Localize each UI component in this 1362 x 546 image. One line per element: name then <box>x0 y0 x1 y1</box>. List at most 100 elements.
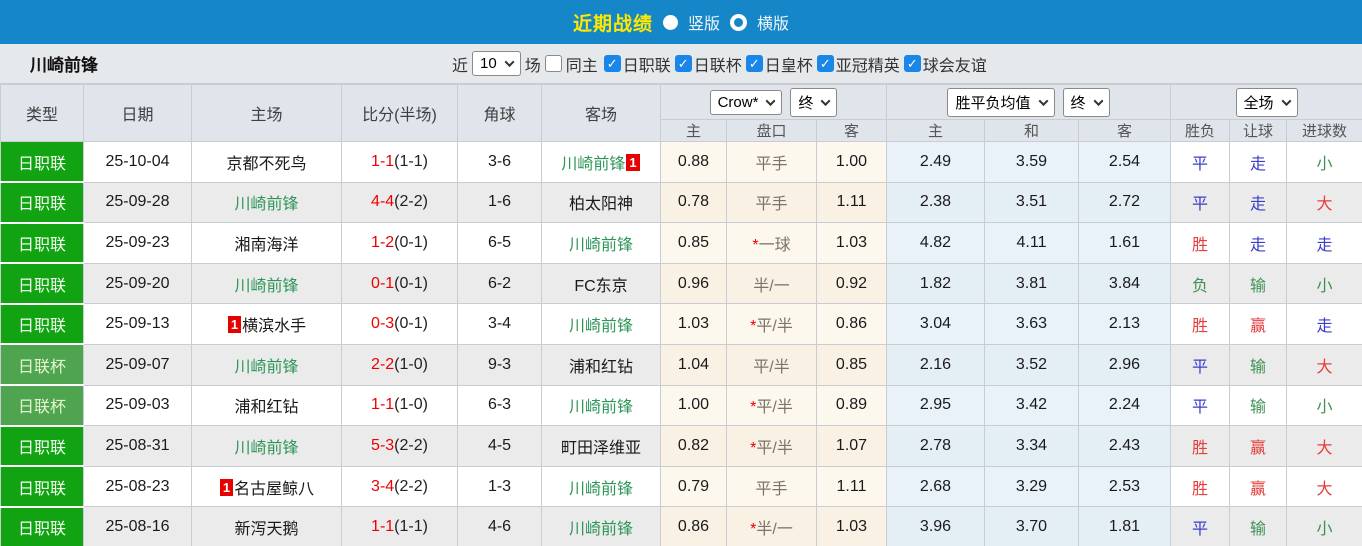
table-row: 日职联 25-09-20 川崎前锋 0-1(0-1) 6-2 FC东京 0.96… <box>0 262 1362 305</box>
league-cell: 日职联 <box>0 262 84 305</box>
team-name[interactable]: 川崎前锋 <box>234 196 298 213</box>
chevron-down-icon <box>820 95 831 106</box>
subcol-result: 胜负 <box>1170 119 1230 142</box>
league-checkbox[interactable] <box>745 55 763 72</box>
date-cell: 25-08-23 <box>83 465 192 508</box>
team-name[interactable]: 川崎前锋 <box>561 156 625 173</box>
team-name[interactable]: 横滨水手 <box>242 318 306 335</box>
chevron-down-icon <box>504 57 515 68</box>
odds-away: 1.11 <box>816 181 887 224</box>
league-checkbox-label: 日职联 <box>622 57 671 75</box>
league-checkbox[interactable] <box>674 55 692 72</box>
bookmaker-select[interactable]: Crow* <box>709 89 783 115</box>
avg-home: 4.82 <box>886 222 985 264</box>
team-name[interactable]: 川崎前锋 <box>234 359 298 376</box>
league-checkbox[interactable] <box>816 55 834 72</box>
away-team: 柏太阳神 <box>541 181 661 224</box>
team-name[interactable]: 浦和红钻 <box>234 399 298 416</box>
score-cell: 0-3(0-1) <box>341 303 458 345</box>
avg-away: 2.72 <box>1078 181 1171 224</box>
handicap-cell: *一球 <box>726 222 817 264</box>
result-handicap: 输 <box>1229 262 1287 305</box>
odds-home: 1.04 <box>660 343 727 386</box>
league-cell: 日联杯 <box>0 384 84 427</box>
team-name[interactable]: 川崎前锋 <box>234 440 298 457</box>
handicap-text: 平手 <box>755 480 788 498</box>
subcol-avg-home: 主 <box>886 119 985 142</box>
team-name[interactable]: FC东京 <box>574 278 627 295</box>
vertical-layout-radio[interactable] <box>662 14 678 30</box>
avg-time-select[interactable]: 终 <box>1062 87 1110 117</box>
odds-home: 0.86 <box>660 506 727 546</box>
league-checkbox[interactable] <box>903 55 921 72</box>
handicap-cell: 平/半 <box>726 343 817 386</box>
league-cell: 日职联 <box>0 303 84 346</box>
result-outcome: 平 <box>1170 384 1230 427</box>
avg-draw: 3.34 <box>984 425 1079 467</box>
score-cell: 2-2(1-0) <box>341 343 458 386</box>
result-goals: 小 <box>1285 384 1362 427</box>
away-team: 川崎前锋 1 <box>541 141 661 183</box>
score-full: 5-3 <box>371 436 395 454</box>
date-cell: 25-08-16 <box>83 506 192 546</box>
team-name[interactable]: 名古屋鲸八 <box>234 481 314 498</box>
odds-time-select[interactable]: 终 <box>790 87 838 117</box>
result-outcome: 平 <box>1170 506 1230 546</box>
team-name[interactable]: 新泻天鹅 <box>234 521 298 538</box>
recent-count-select[interactable]: 10 <box>472 51 521 76</box>
avg-draw: 3.70 <box>984 506 1079 546</box>
score-full: 1-1 <box>371 396 395 414</box>
league-cell: 日职联 <box>0 222 84 265</box>
avg-type-select[interactable]: 胜平负均值 <box>947 87 1055 117</box>
league-checkbox-label: 球会友谊 <box>922 57 987 75</box>
score-full: 2-2 <box>371 355 395 373</box>
corner-cell: 4-5 <box>457 425 542 467</box>
team-title: 川崎前锋 <box>30 56 98 75</box>
period-select[interactable]: 全场 <box>1235 87 1298 117</box>
avg-home: 1.82 <box>886 262 985 305</box>
league-checkbox[interactable] <box>603 55 621 72</box>
home-team: 浦和红钻 <box>191 384 342 427</box>
team-name[interactable]: 川崎前锋 <box>569 399 633 416</box>
result-outcome: 胜 <box>1170 425 1230 467</box>
score-cell: 1-1(1-0) <box>341 384 458 427</box>
score-full: 0-3 <box>371 315 395 333</box>
rank-badge: 1 <box>219 478 234 496</box>
team-name[interactable]: 浦和红钻 <box>569 359 633 376</box>
team-name[interactable]: 川崎前锋 <box>234 278 298 295</box>
result-goals: 小 <box>1285 141 1362 183</box>
avg-home: 2.68 <box>886 465 985 508</box>
avg-home: 2.49 <box>886 141 985 183</box>
same-home-checkbox[interactable] <box>544 55 562 72</box>
team-name[interactable]: 京都不死鸟 <box>226 156 306 173</box>
result-handicap: 输 <box>1229 506 1287 546</box>
result-goals: 大 <box>1285 181 1362 224</box>
chevron-down-icon <box>1038 95 1048 106</box>
odds-home: 1.00 <box>660 384 727 427</box>
team-name[interactable]: 川崎前锋 <box>569 237 633 254</box>
handicap-cell: 平手 <box>726 141 817 183</box>
team-name[interactable]: 柏太阳神 <box>569 196 633 213</box>
score-half: (1-1) <box>394 518 428 536</box>
avg-group-header: 胜平负均值 终 <box>886 84 1171 120</box>
odds-home: 0.88 <box>660 141 727 183</box>
team-name[interactable]: 川崎前锋 <box>569 521 633 538</box>
table-row: 日职联 25-08-23 1 名古屋鲸八 3-4(2-2) 1-3 川崎前锋 0.… <box>0 465 1362 508</box>
home-team: 新泻天鹅 <box>191 506 342 546</box>
team-name[interactable]: 川崎前锋 <box>569 318 633 335</box>
avg-home: 2.16 <box>886 343 985 386</box>
result-handicap: 输 <box>1229 343 1287 386</box>
team-name[interactable]: 町田泽维亚 <box>561 440 641 457</box>
table-row: 日职联 25-09-23 湘南海洋 1-2(0-1) 6-5 川崎前锋 0.85… <box>0 222 1362 265</box>
home-team: 川崎前锋 <box>191 181 342 224</box>
team-name[interactable]: 川崎前锋 <box>569 481 633 498</box>
team-name[interactable]: 湘南海洋 <box>234 237 298 254</box>
handicap-text: 一球 <box>758 236 791 254</box>
result-outcome: 平 <box>1170 181 1230 224</box>
date-cell: 25-09-13 <box>83 303 192 345</box>
score-cell: 0-1(0-1) <box>341 262 458 305</box>
handicap-text: 平/半 <box>756 439 793 457</box>
horizontal-layout-radio[interactable] <box>730 13 747 31</box>
league-cell: 日职联 <box>0 506 84 546</box>
rank-badge: 1 <box>227 316 242 334</box>
